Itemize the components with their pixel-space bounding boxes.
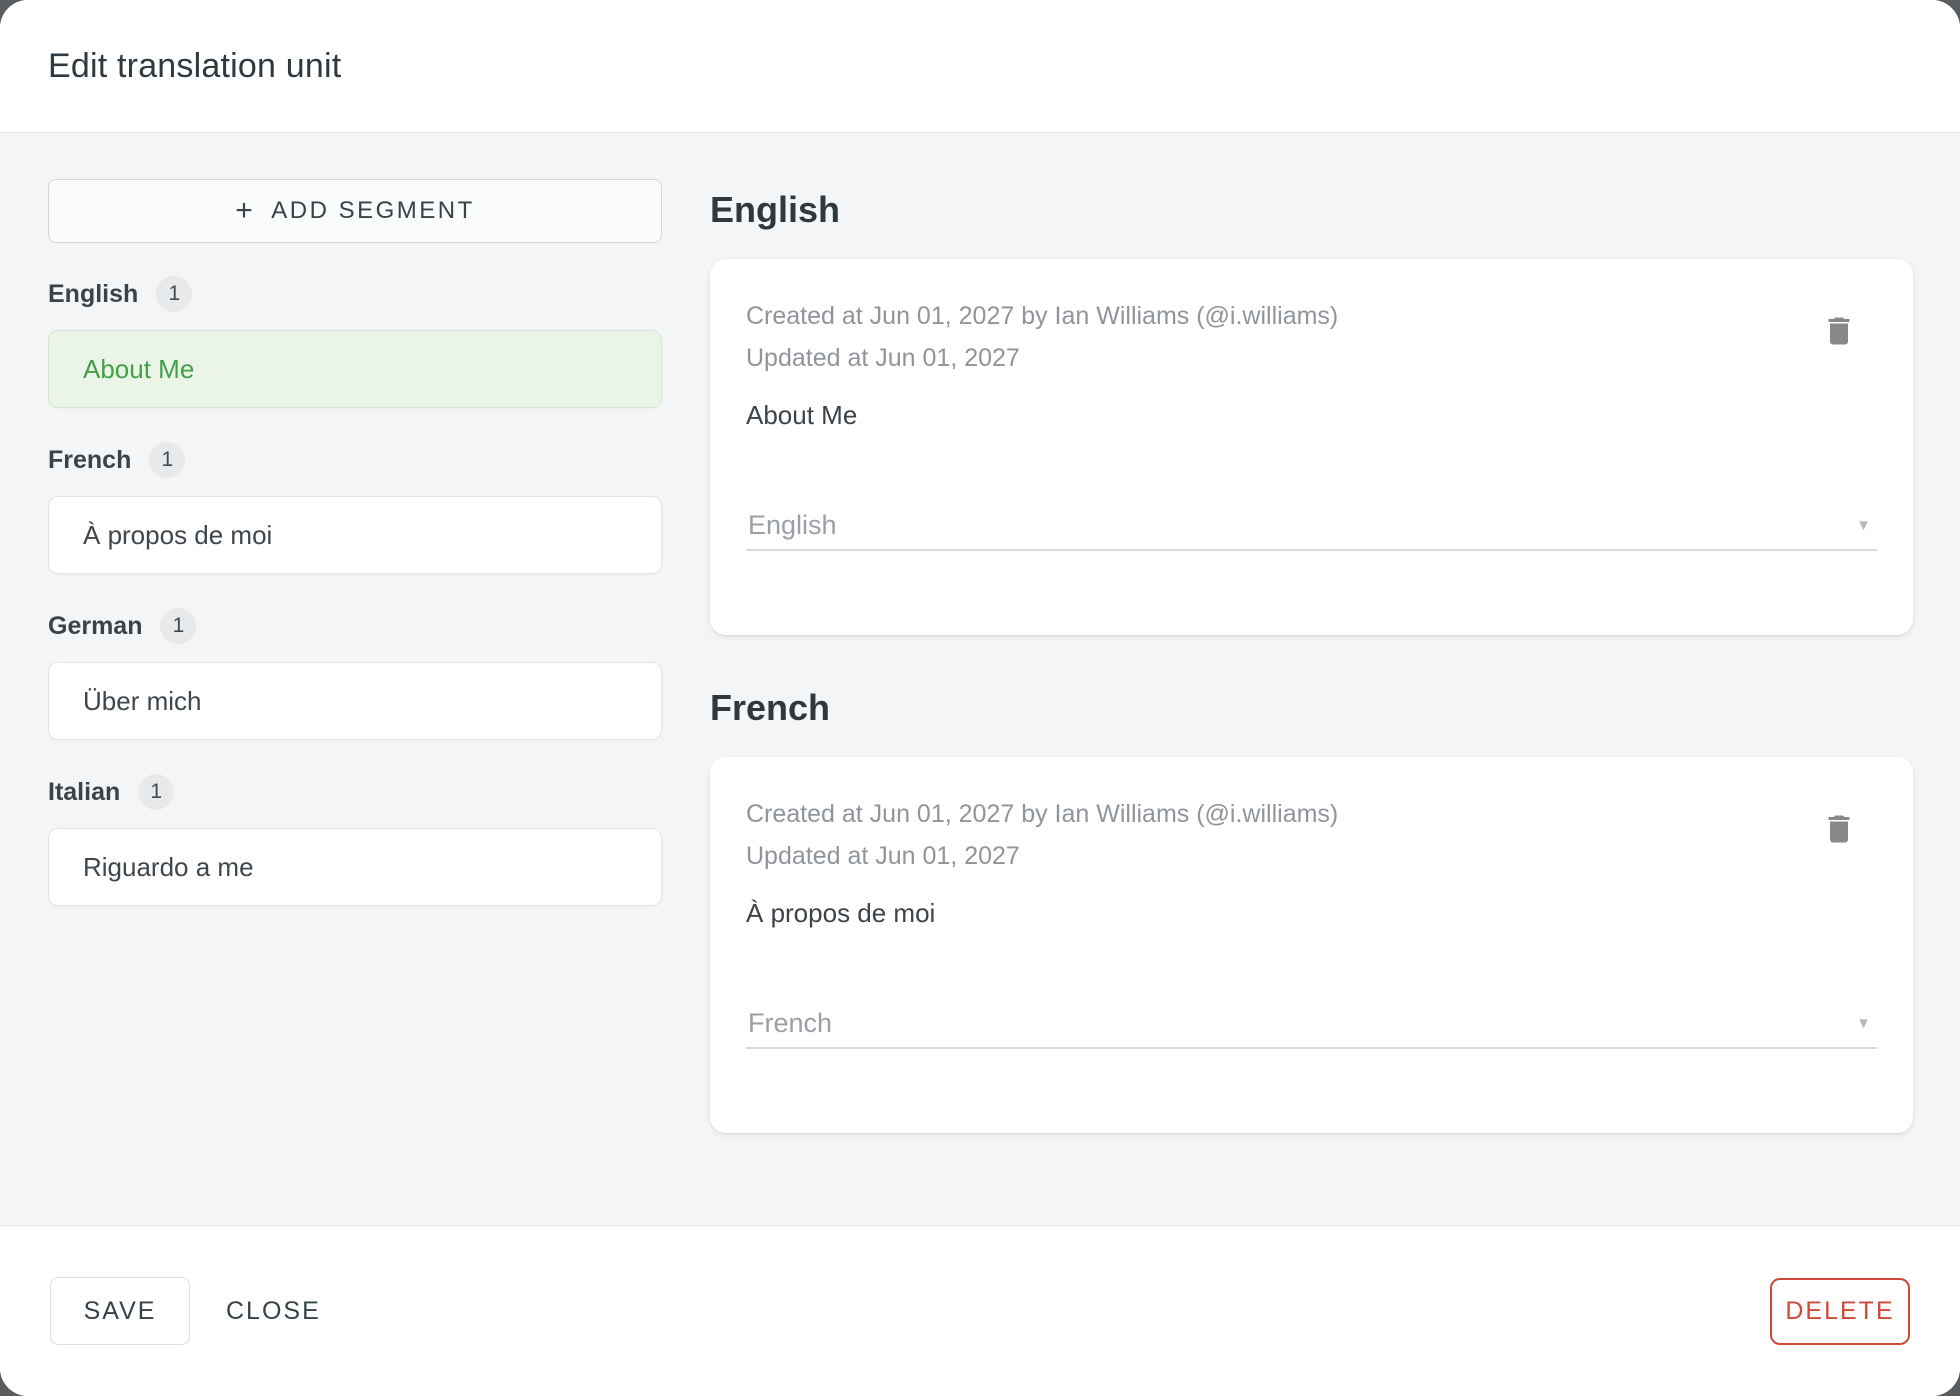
language-label: English <box>48 279 139 308</box>
segment-card-english: Created at Jun 01, 2027 by Ian Williams … <box>710 259 1913 635</box>
language-label-row: German 1 <box>48 607 662 645</box>
language-label: German <box>48 611 143 640</box>
close-button[interactable]: CLOSE <box>208 1277 339 1345</box>
updated-at-text: Updated at Jun 01, 2027 <box>746 842 1020 870</box>
segment-detail-panel: English Created at Jun 01, 2027 by Ian W… <box>710 179 1913 1225</box>
delete-segment-button[interactable] <box>1817 807 1861 851</box>
save-button[interactable]: SAVE <box>50 1277 190 1345</box>
delete-segment-button[interactable] <box>1817 309 1861 353</box>
language-label-row: English 1 <box>48 275 662 313</box>
sidebar-group-italian: Italian 1 Riguardo a me <box>48 773 662 906</box>
dialog-header: Edit translation unit <box>0 0 1960 133</box>
plus-icon: + <box>235 194 256 227</box>
sidebar-group-german: German 1 Über mich <box>48 607 662 740</box>
trash-icon <box>1828 815 1850 843</box>
segment-count-badge: 1 <box>149 442 186 478</box>
segment-value-text: À propos de moi <box>746 898 936 928</box>
segment-card-french: Created at Jun 01, 2027 by Ian Williams … <box>710 757 1913 1133</box>
page-title: Edit translation unit <box>48 46 342 85</box>
language-select-value: English <box>748 509 837 540</box>
segment-count-badge: 1 <box>160 608 197 644</box>
segments-sidebar: + ADD SEGMENT English 1 About Me French … <box>48 179 662 1225</box>
delete-button[interactable]: DELETE <box>1770 1277 1910 1345</box>
dialog-body: + ADD SEGMENT English 1 About Me French … <box>0 133 1960 1225</box>
sidebar-group-english: English 1 About Me <box>48 275 662 408</box>
edit-translation-unit-dialog: Edit translation unit + ADD SEGMENT Engl… <box>0 0 1960 1396</box>
created-at-text: Created at Jun 01, 2027 by Ian Williams … <box>746 800 1339 828</box>
segment-text: À propos de moi <box>83 519 273 550</box>
segment-count-badge: 1 <box>156 276 193 312</box>
section-heading-english: English <box>710 189 841 230</box>
language-select-value: French <box>748 1007 833 1038</box>
updated-at-text: Updated at Jun 01, 2027 <box>746 344 1020 372</box>
segment-count-badge: 1 <box>138 774 175 810</box>
created-at-text: Created at Jun 01, 2027 by Ian Williams … <box>746 302 1339 330</box>
segment-item-german[interactable]: Über mich <box>48 662 662 740</box>
add-segment-button[interactable]: + ADD SEGMENT <box>48 179 662 243</box>
sidebar-group-french: French 1 À propos de moi <box>48 441 662 574</box>
segment-item-italian[interactable]: Riguardo a me <box>48 828 662 906</box>
language-label-row: Italian 1 <box>48 773 662 811</box>
segment-text: Über mich <box>83 685 202 716</box>
language-label: French <box>48 445 132 474</box>
trash-icon <box>1828 317 1850 345</box>
section-heading-french: French <box>710 687 831 728</box>
segment-text: Riguardo a me <box>83 851 254 882</box>
segment-item-english[interactable]: About Me <box>48 330 662 408</box>
language-label-row: French 1 <box>48 441 662 479</box>
language-select[interactable]: French ▼ <box>746 1007 1877 1049</box>
add-segment-label: ADD SEGMENT <box>271 197 475 224</box>
chevron-down-icon: ▼ <box>1856 1014 1871 1032</box>
segment-text: About Me <box>83 353 195 384</box>
segment-value-text: About Me <box>746 400 858 430</box>
dialog-footer: SAVE CLOSE DELETE <box>0 1225 1960 1396</box>
segment-item-french[interactable]: À propos de moi <box>48 496 662 574</box>
language-label: Italian <box>48 777 121 806</box>
language-select[interactable]: English ▼ <box>746 509 1877 551</box>
chevron-down-icon: ▼ <box>1856 516 1871 534</box>
